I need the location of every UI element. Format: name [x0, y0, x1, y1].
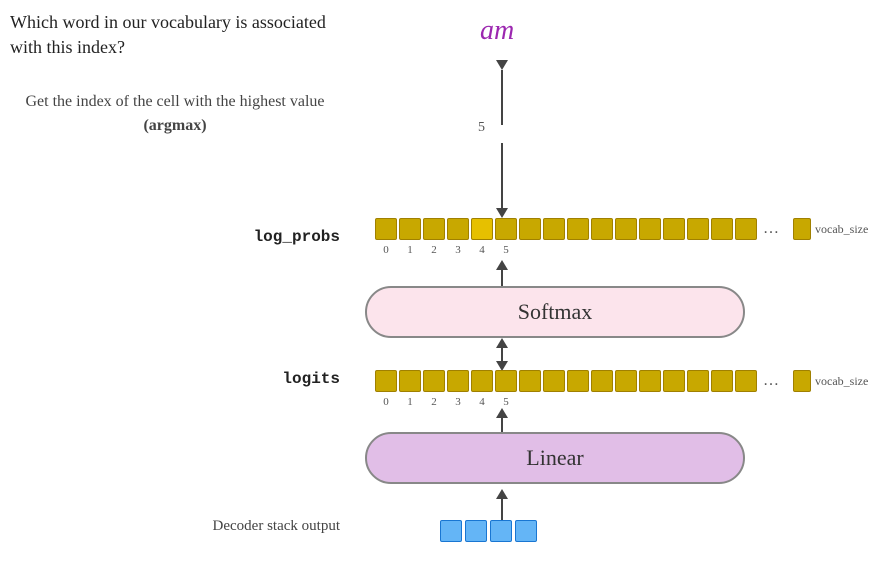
arrow-head-down-icon [496, 60, 508, 70]
arrow-head-up-icon-4 [496, 489, 508, 499]
logprobs-indices: 0 1 2 3 4 5 [375, 244, 517, 256]
logit-idx-4: 4 [471, 396, 493, 408]
logprob-cell-4 [471, 218, 493, 240]
arrow-logits-to-softmax [496, 338, 508, 363]
logprob-cell-8 [567, 218, 589, 240]
logprob-cell-13 [687, 218, 709, 240]
logit-cell-0 [375, 370, 397, 392]
left-panel: Which word in our vocabulary is associat… [0, 0, 360, 561]
logit-cell-6 [519, 370, 541, 392]
logit-cell-12 [663, 370, 685, 392]
decoder-cell-3 [515, 520, 537, 542]
logprob-cell-0 [375, 218, 397, 240]
ellipsis-logprobs: … [763, 220, 779, 238]
logprob-cell-10 [615, 218, 637, 240]
decoder-output-cells [440, 520, 537, 542]
idx-1: 1 [399, 244, 421, 256]
arrow-line [501, 70, 503, 125]
main-container: Which word in our vocabulary is associat… [0, 0, 869, 561]
logit-cell-10 [615, 370, 637, 392]
decoder-cell-1 [465, 520, 487, 542]
linear-label: Linear [526, 445, 583, 471]
logit-idx-5: 5 [495, 396, 517, 408]
arrow-logprobs-to-softmax [496, 260, 508, 288]
softmax-box: Softmax [365, 286, 745, 338]
logit-idx-2: 2 [423, 396, 445, 408]
logit-cell-13 [687, 370, 709, 392]
idx-4: 4 [471, 244, 493, 256]
decoder-label: Decoder stack output [10, 518, 340, 535]
arrow-line-5 [501, 348, 503, 363]
argmax-text: Get the index of the cell with the highe… [10, 90, 340, 138]
question-text: Which word in our vocabulary is associat… [10, 10, 340, 60]
logit-cell-3 [447, 370, 469, 392]
logprob-cell-11 [639, 218, 661, 240]
logprob-cell-15 [735, 218, 757, 240]
logprob-cell-14 [711, 218, 733, 240]
decoder-cell-2 [490, 520, 512, 542]
logit-cell-last [793, 370, 811, 392]
logit-cell-1 [399, 370, 421, 392]
logprob-cell-5 [495, 218, 517, 240]
logit-cell-15 [735, 370, 757, 392]
argmax-desc: Get the index of the cell with the highe… [25, 93, 324, 110]
log-probs-cells: … vocab_size [375, 218, 868, 240]
vocab-label-logprobs: vocab_size [815, 222, 868, 237]
word-output: am [480, 15, 514, 47]
ellipsis-logits: … [763, 372, 779, 390]
idx-2: 2 [423, 244, 445, 256]
logprob-cell-2 [423, 218, 445, 240]
logit-cell-2 [423, 370, 445, 392]
logprob-cell-12 [663, 218, 685, 240]
logprob-cell-6 [519, 218, 541, 240]
arrow-head-up-icon [496, 260, 508, 270]
argmax-label: (argmax) [143, 117, 206, 134]
index-number: 5 [478, 120, 485, 136]
decoder-cell-0 [440, 520, 462, 542]
vocab-label-logits: vocab_size [815, 374, 868, 389]
logit-cell-8 [567, 370, 589, 392]
idx-5: 5 [495, 244, 517, 256]
arrow-index-to-logprobs [496, 143, 508, 218]
log-probs-label: log_probs [10, 228, 340, 246]
linear-box: Linear [365, 432, 745, 484]
logit-idx-0: 0 [375, 396, 397, 408]
logprob-cell-7 [543, 218, 565, 240]
logit-idx-1: 1 [399, 396, 421, 408]
logprob-cell-1 [399, 218, 421, 240]
logits-cells: … vocab_size [375, 370, 868, 392]
logit-cell-5 [495, 370, 517, 392]
logprob-cell-3 [447, 218, 469, 240]
logit-idx-3: 3 [447, 396, 469, 408]
logit-cell-4 [471, 370, 493, 392]
logprob-cell-9 [591, 218, 613, 240]
arrow-head-up-icon-2 [496, 338, 508, 348]
logprob-cell-last [793, 218, 811, 240]
diagram-area: am 5 [360, 0, 869, 561]
softmax-label: Softmax [518, 299, 593, 325]
logit-cell-7 [543, 370, 565, 392]
arrow-line-2 [501, 143, 503, 208]
arrow-head-up-icon-3 [496, 408, 508, 418]
logit-cell-14 [711, 370, 733, 392]
arrow-word-to-index [496, 60, 508, 125]
idx-0: 0 [375, 244, 397, 256]
logits-indices: 0 1 2 3 4 5 [375, 396, 517, 408]
logits-label: logits [10, 370, 340, 388]
logit-cell-9 [591, 370, 613, 392]
arrow-head-down-icon-2 [496, 208, 508, 218]
logit-cell-11 [639, 370, 661, 392]
idx-3: 3 [447, 244, 469, 256]
